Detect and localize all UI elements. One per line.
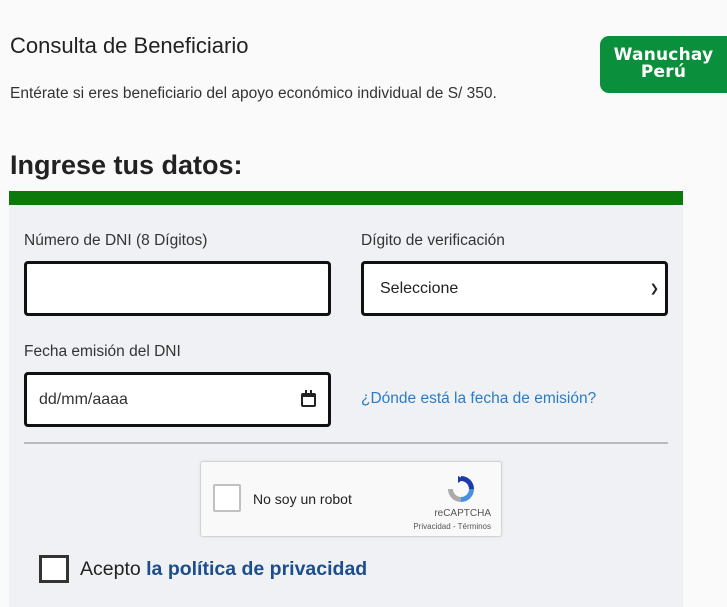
dni-input[interactable] [24,261,331,316]
issue-date-placeholder: dd/mm/aaaa [39,390,128,408]
divider [24,442,668,444]
beneficiary-form: Número de DNI (8 Dígitos) Dígito de veri… [9,191,683,607]
page-description: Entérate si eres beneficiario del apoyo … [10,85,497,102]
recaptcha-logo-icon [448,476,474,502]
check-digit-select[interactable]: Seleccione ❯ [361,261,668,316]
check-digit-selected-value: Seleccione [380,279,459,297]
issue-date-label: Fecha emisión del DNI [24,343,181,360]
form-top-bar [9,191,683,205]
wanuchay-peru-logo: Wanuchay Perú [600,36,727,93]
form-heading: Ingrese tus datos: [10,150,243,180]
page-title: Consulta de Beneficiario [10,33,249,58]
recaptcha-terms-link[interactable]: Privacidad - Términos [201,522,491,531]
check-digit-label: Dígito de verificación [361,232,505,249]
dni-label: Número de DNI (8 Dígitos) [24,232,208,249]
privacy-policy-link[interactable]: la política de privacidad [146,558,367,580]
issue-date-help-link[interactable]: ¿Dónde está la fecha de emisión? [361,390,596,408]
chevron-down-icon: ❯ [649,283,659,295]
recaptcha-brand: reCAPTCHA [434,508,491,519]
logo-line-2: Perú [640,62,687,82]
privacy-accept-label: Acepto la política de privacidad [80,558,367,581]
calendar-icon[interactable] [301,389,316,407]
recaptcha-label: No soy un robot [253,491,352,507]
issue-date-input[interactable]: dd/mm/aaaa [24,372,331,427]
recaptcha-widget: No soy un robot reCAPTCHA Privacidad - T… [200,461,502,537]
privacy-accept-prefix: Acepto [80,558,147,580]
privacy-accept-checkbox[interactable] [39,555,69,583]
